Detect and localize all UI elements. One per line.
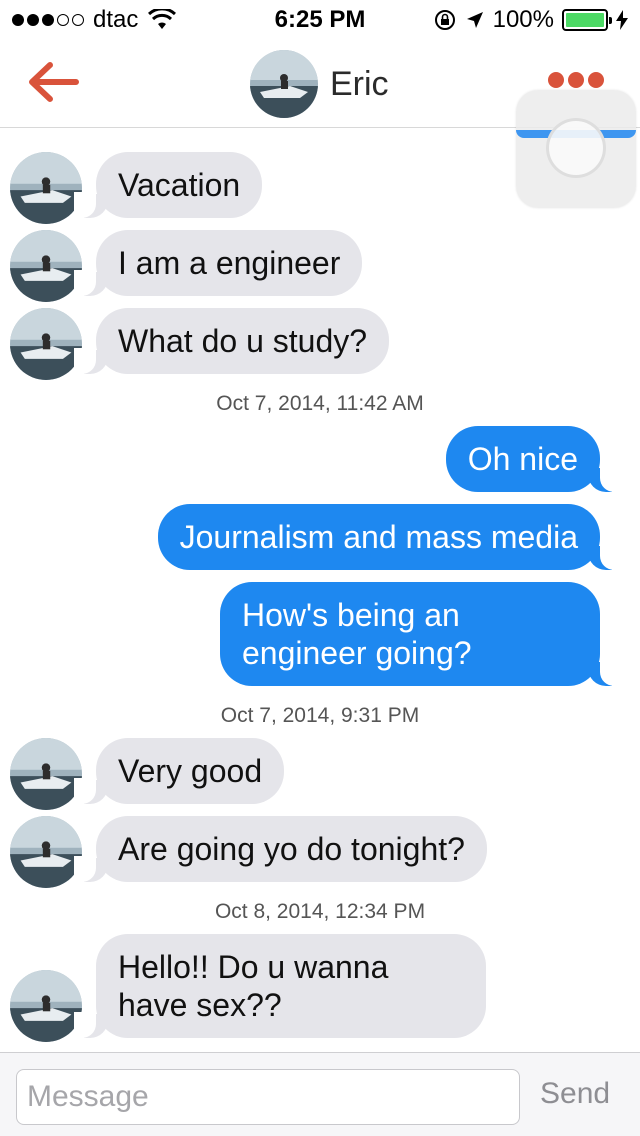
compose-bar: Send (0, 1052, 640, 1136)
avatar-photo (10, 152, 82, 224)
message-input[interactable] (16, 1069, 520, 1125)
assistive-touch-icon (546, 118, 606, 178)
avatar-photo (10, 816, 82, 888)
status-bar: dtac 6:25 PM 100% (0, 0, 640, 40)
battery-icon (562, 9, 612, 31)
incoming-message[interactable]: Very good (73, 738, 285, 804)
outgoing-message[interactable]: How's being an engineer going? (220, 582, 622, 686)
avatar[interactable] (10, 152, 82, 224)
avatar[interactable] (10, 308, 82, 380)
incoming-message[interactable]: Vacation (73, 152, 263, 218)
more-dot-icon (588, 72, 604, 88)
charging-bolt-icon (616, 10, 628, 30)
contact-header[interactable]: Eric (250, 50, 389, 118)
back-arrow-icon (29, 62, 79, 102)
avatar-photo (250, 50, 318, 118)
more-dot-icon (548, 72, 564, 88)
incoming-message[interactable]: Are going yo do tonight? (74, 816, 487, 882)
outgoing-message[interactable]: Oh nice (445, 426, 623, 492)
message-timestamp: Oct 7, 2014, 11:42 AM (216, 392, 424, 415)
send-button[interactable]: Send (540, 1077, 610, 1111)
back-button[interactable] (26, 60, 80, 104)
contact-name: Eric (330, 64, 389, 103)
battery-percent: 100% (492, 6, 554, 33)
more-dot-icon (568, 72, 584, 88)
avatar[interactable] (10, 230, 82, 302)
avatar-photo (10, 970, 82, 1042)
more-options-button[interactable] (548, 72, 604, 88)
avatar[interactable] (10, 738, 82, 810)
avatar[interactable] (250, 50, 318, 118)
assistive-touch-button[interactable] (516, 90, 636, 208)
avatar-photo (10, 230, 82, 302)
avatar[interactable] (10, 816, 82, 888)
rotation-lock-icon (434, 10, 455, 30)
incoming-message[interactable]: What do u study? (73, 308, 390, 374)
outgoing-message[interactable]: Journalism and mass media (157, 504, 623, 570)
location-arrow-icon (466, 12, 483, 28)
message-timestamp: Oct 8, 2014, 12:34 PM (214, 900, 426, 923)
message-timestamp: Oct 7, 2014, 9:31 PM (220, 704, 420, 727)
status-right: 100% (433, 6, 628, 34)
incoming-message[interactable]: Hello!! Do u wanna have sex?? (74, 934, 486, 1038)
message-thread[interactable]: Vacation I am a engineer What do u study… (0, 130, 640, 1050)
battery-level (566, 13, 604, 27)
avatar[interactable] (10, 970, 82, 1042)
avatar-photo (10, 738, 82, 810)
avatar-photo (10, 308, 82, 380)
incoming-message[interactable]: I am a engineer (73, 230, 363, 296)
